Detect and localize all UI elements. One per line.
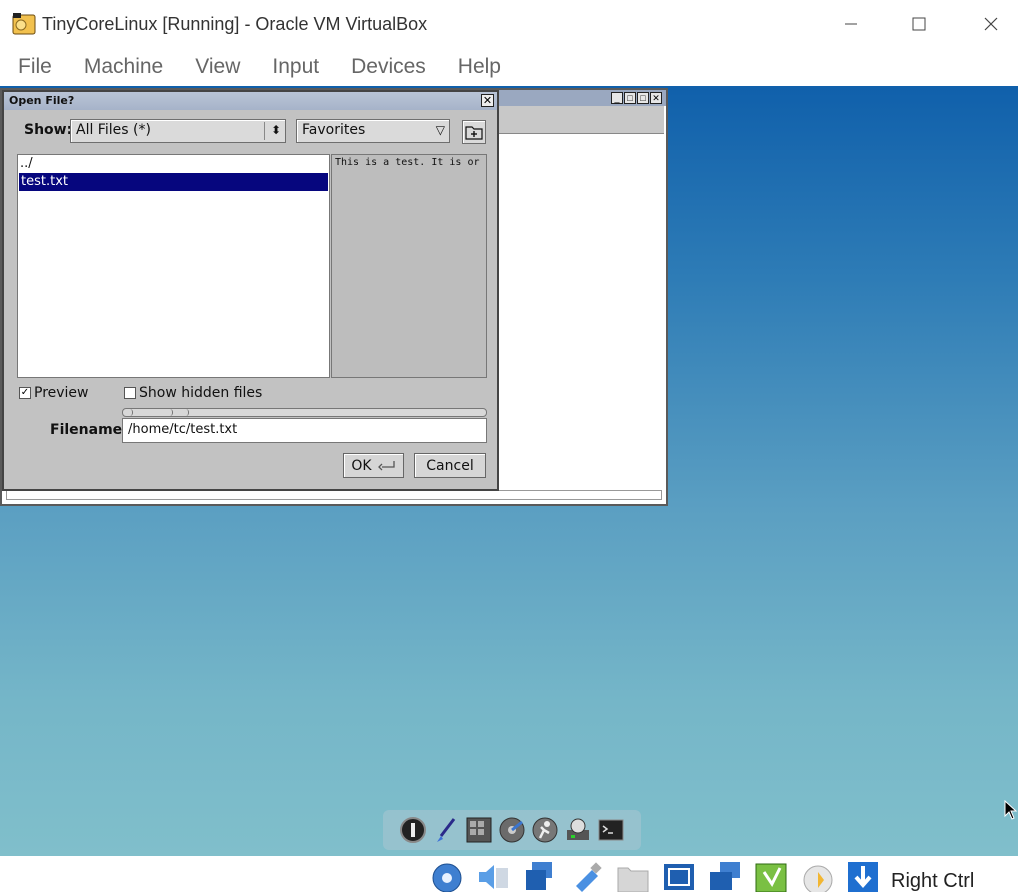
- host-key-label: Right Ctrl: [891, 870, 975, 892]
- maximize-button[interactable]: [896, 8, 942, 40]
- host-window-title: TinyCoreLinux [Running] - Oracle VM Virt…: [42, 14, 428, 34]
- bg-minimize-button[interactable]: _: [611, 92, 623, 104]
- dialog-titlebar[interactable]: Open File? ✕: [4, 92, 497, 110]
- keyboard-capture-icon[interactable]: [846, 860, 880, 892]
- open-file-dialog: Open File? ✕ Show: All Files (*) ⬍ Favor…: [2, 90, 499, 491]
- show-hidden-label: Show hidden files: [139, 385, 263, 401]
- exit-icon[interactable]: [398, 815, 428, 845]
- minimize-icon: [845, 23, 857, 25]
- new-folder-icon: [465, 126, 483, 140]
- apps-grid-icon[interactable]: [464, 815, 494, 845]
- menu-file[interactable]: File: [18, 55, 52, 79]
- shared-folders-icon[interactable]: [616, 860, 650, 892]
- updown-arrow-icon: ⬍: [270, 123, 281, 137]
- network-icon[interactable]: [563, 815, 593, 845]
- dialog-title: Open File?: [9, 94, 75, 107]
- favorites-dropdown[interactable]: Favorites ▽: [296, 119, 450, 143]
- favorites-value: Favorites: [302, 122, 366, 138]
- new-folder-button[interactable]: [462, 120, 486, 144]
- bg-maximize-button[interactable]: □: [624, 92, 636, 104]
- ok-label: OK: [351, 457, 372, 474]
- preview-pane: This is a test. It is or: [331, 154, 487, 378]
- path-segment-root[interactable]: [123, 409, 133, 416]
- menu-devices[interactable]: Devices: [351, 55, 426, 79]
- enter-key-icon: [377, 460, 395, 470]
- menu-help[interactable]: Help: [458, 55, 501, 79]
- close-window-button[interactable]: [968, 8, 1014, 40]
- mouse-cursor-icon: [1004, 800, 1018, 820]
- file-row-parent[interactable]: ../: [18, 155, 329, 173]
- path-segment-home[interactable]: [133, 409, 173, 416]
- network-adapters-icon[interactable]: [522, 860, 556, 892]
- host-menubar: File Machine View Input Devices Help: [0, 48, 1018, 86]
- menu-input[interactable]: Input: [272, 55, 319, 79]
- preview-label: Preview: [34, 385, 89, 401]
- dialog-close-button[interactable]: ✕: [481, 94, 494, 107]
- filter-value: All Files (*): [76, 122, 151, 138]
- menu-machine[interactable]: Machine: [84, 55, 163, 79]
- screen-capture-icon[interactable]: [708, 860, 742, 892]
- filter-dropdown[interactable]: All Files (*) ⬍: [70, 119, 286, 143]
- ok-button[interactable]: OK: [343, 453, 404, 478]
- audio-icon[interactable]: [476, 860, 510, 892]
- cancel-label: Cancel: [426, 457, 474, 474]
- virtualbox-app-icon: [12, 13, 36, 35]
- background-window-toolbar: [498, 106, 664, 134]
- show-label: Show:: [24, 122, 73, 138]
- bg-close-button[interactable]: ✕: [650, 92, 662, 104]
- path-segment-tc[interactable]: [173, 409, 189, 416]
- paint-brush-icon[interactable]: [431, 815, 461, 845]
- video-capture-icon[interactable]: [754, 860, 788, 892]
- guest-dock: [383, 810, 641, 850]
- bg-restore-button[interactable]: □: [637, 92, 649, 104]
- filename-input[interactable]: /home/tc/test.txt: [122, 418, 487, 443]
- usb-icon[interactable]: [570, 860, 604, 892]
- menu-view[interactable]: View: [195, 55, 240, 79]
- cancel-button[interactable]: Cancel: [414, 453, 486, 478]
- filename-label: Filename:: [50, 422, 128, 438]
- preview-checkbox[interactable]: ✓: [19, 387, 31, 399]
- triangle-down-icon: ▽: [435, 123, 445, 137]
- file-list[interactable]: ../ test.txt: [17, 154, 330, 378]
- terminal-icon[interactable]: [596, 815, 626, 845]
- mount-tool-icon[interactable]: [497, 815, 527, 845]
- close-icon: [984, 17, 998, 31]
- cpu-load-icon[interactable]: [800, 860, 834, 892]
- hard-disk-icon[interactable]: [430, 860, 464, 892]
- file-row-selected[interactable]: test.txt: [19, 173, 328, 191]
- maximize-icon: [912, 17, 926, 31]
- show-hidden-checkbox[interactable]: [124, 387, 136, 399]
- minimize-button[interactable]: [828, 8, 874, 40]
- display-icon[interactable]: [662, 860, 696, 892]
- control-panel-icon[interactable]: [530, 815, 560, 845]
- host-titlebar: TinyCoreLinux [Running] - Oracle VM Virt…: [0, 0, 1018, 48]
- path-breadcrumb[interactable]: [122, 408, 487, 417]
- background-window-statusbar: [6, 490, 662, 500]
